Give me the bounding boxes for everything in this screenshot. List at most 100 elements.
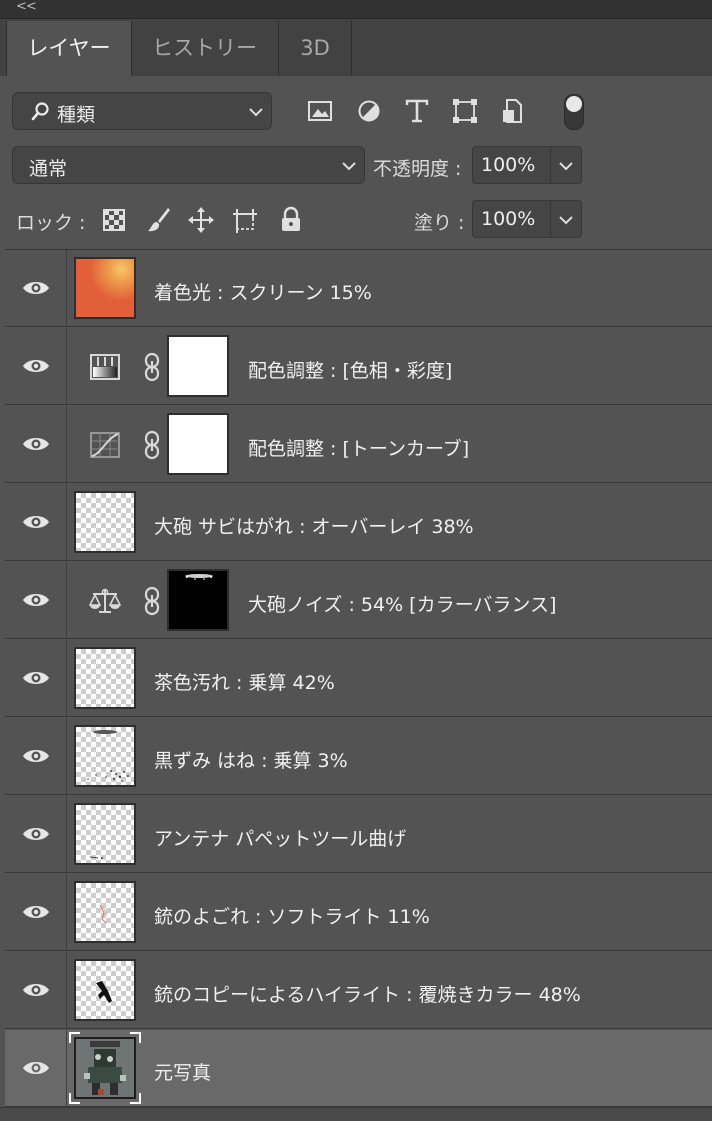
layer-row[interactable]: 大砲ノイズ : 54% [カラーバランス]: [5, 562, 712, 639]
layers-list: 着色光 : スクリーン 15% 配色調整 : [色相・彩度] 配色調整: [ト…: [5, 249, 712, 1108]
fill-label: 塗り :: [414, 212, 465, 234]
gun-graphic: [96, 981, 112, 1003]
layer-name[interactable]: 配色調整 : [色相・彩度]: [248, 356, 452, 383]
layer-mask-thumbnail[interactable]: [167, 569, 229, 631]
chevron-down-icon[interactable]: [555, 155, 577, 177]
shape-filter-icon[interactable]: [452, 98, 478, 124]
layer-mask-thumbnail[interactable]: [167, 413, 229, 475]
search-icon: [31, 102, 49, 121]
layer-name[interactable]: 着色光 : スクリーン 15%: [154, 278, 372, 305]
lock-image-pixels-brush-icon[interactable]: [146, 206, 172, 234]
layer-thumbnail[interactable]: [74, 647, 136, 709]
chevron-down-icon[interactable]: [555, 209, 577, 231]
link-chain-icon[interactable]: [143, 352, 161, 382]
visibility-cell[interactable]: [5, 562, 67, 639]
layer-name[interactable]: 茶色汚れ : 乗算 42%: [154, 668, 335, 695]
selection-corner-brackets: [69, 1032, 141, 1104]
layer-name[interactable]: 配色調整 : [トーンカーブ]: [248, 434, 469, 461]
lock-label: ロック :: [16, 212, 86, 234]
layer-row[interactable]: 元写真: [5, 1030, 712, 1107]
layer-name[interactable]: 銃のコピーによるハイライト : 覆焼きカラー 48%: [154, 980, 581, 1007]
fill-value: 100%: [481, 208, 536, 230]
mask-speckle-graphic: [185, 574, 213, 580]
layer-thumbnail[interactable]: [74, 725, 136, 787]
chevron-down-icon: [249, 108, 263, 117]
eye-icon[interactable]: [22, 668, 50, 688]
layer-row[interactable]: 大砲 サビはがれ : オーバーレイ 38%: [5, 484, 712, 561]
layer-thumbnail[interactable]: [74, 491, 136, 553]
panel-bottom-bar: [0, 1107, 712, 1121]
eye-icon[interactable]: [22, 356, 50, 376]
eye-icon[interactable]: [22, 434, 50, 454]
layer-row[interactable]: 銃のよごれ : ソフトライト 11%: [5, 874, 712, 951]
tab-history[interactable]: ヒストリー: [131, 21, 279, 76]
visibility-cell[interactable]: [5, 952, 67, 1029]
adjustment-filter-icon[interactable]: [356, 98, 382, 124]
visibility-cell[interactable]: [5, 328, 67, 405]
eye-icon[interactable]: [22, 590, 50, 610]
fill-field[interactable]: 100%: [472, 200, 582, 238]
eye-icon[interactable]: [22, 980, 50, 1000]
blend-mode-select[interactable]: 通常: [12, 146, 365, 184]
eye-icon[interactable]: [22, 824, 50, 844]
layer-filter-select[interactable]: 種類: [12, 92, 272, 130]
layer-row[interactable]: 着色光 : スクリーン 15%: [5, 250, 712, 327]
eye-icon[interactable]: [22, 512, 50, 532]
lock-transparent-pixels-icon[interactable]: [102, 206, 128, 234]
visibility-cell[interactable]: [5, 640, 67, 717]
link-chain-icon[interactable]: [143, 586, 161, 616]
layer-name[interactable]: 大砲 サビはがれ : オーバーレイ 38%: [154, 512, 474, 539]
color-balance-icon[interactable]: [89, 586, 121, 616]
layer-name[interactable]: 銃のよごれ : ソフトライト 11%: [154, 902, 430, 929]
lock-all-icon[interactable]: [278, 206, 304, 234]
visibility-cell[interactable]: [5, 484, 67, 561]
eye-icon[interactable]: [22, 902, 50, 922]
layer-row[interactable]: 配色調整 : [トーンカーブ]: [5, 406, 712, 483]
layer-mask-thumbnail[interactable]: [167, 335, 229, 397]
collapse-panel-button[interactable]: <<: [16, 0, 37, 15]
hue-saturation-icon[interactable]: [89, 352, 121, 382]
visibility-cell[interactable]: [5, 1030, 67, 1107]
panel-top-bar: <<: [0, 0, 712, 19]
field-divider: [550, 147, 551, 183]
layer-name[interactable]: 元写真: [154, 1058, 211, 1085]
visibility-cell[interactable]: [5, 874, 67, 951]
speckle-graphic: [87, 730, 129, 782]
type-filter-icon[interactable]: [404, 98, 430, 124]
layer-name[interactable]: アンテナ パペットツール曲げ: [154, 824, 406, 851]
layer-thumbnail[interactable]: [74, 803, 136, 865]
layer-row[interactable]: アンテナ パペットツール曲げ: [5, 796, 712, 873]
layer-row[interactable]: 茶色汚れ : 乗算 42%: [5, 640, 712, 717]
layer-row[interactable]: 銃のコピーによるハイライト : 覆焼きカラー 48%: [5, 952, 712, 1029]
smart-object-filter-icon[interactable]: [500, 98, 526, 124]
opacity-label: 不透明度 :: [373, 158, 462, 180]
visibility-cell[interactable]: [5, 250, 67, 327]
layer-thumbnail[interactable]: [74, 257, 136, 319]
antenna-graphic: [89, 856, 103, 859]
visibility-cell[interactable]: [5, 718, 67, 795]
lock-artboard-icon[interactable]: [232, 206, 258, 234]
tab-layers[interactable]: レイヤー: [6, 21, 132, 76]
layer-thumbnail[interactable]: [74, 881, 136, 943]
layer-name[interactable]: 黒ずみ はね : 乗算 3%: [154, 746, 348, 773]
layer-row[interactable]: 黒ずみ はね : 乗算 3%: [5, 718, 712, 795]
eye-icon[interactable]: [22, 278, 50, 298]
link-chain-icon[interactable]: [143, 430, 161, 460]
lock-position-move-icon[interactable]: [188, 206, 214, 234]
opacity-value: 100%: [481, 154, 536, 176]
layer-name[interactable]: 大砲ノイズ : 54% [カラーバランス]: [248, 590, 556, 617]
image-filter-icon[interactable]: [307, 98, 333, 124]
blend-mode-value: 通常: [29, 158, 68, 180]
eye-icon[interactable]: [22, 1058, 50, 1078]
curves-icon[interactable]: [89, 430, 121, 460]
dirt-graphic: [99, 904, 108, 924]
eye-icon[interactable]: [22, 746, 50, 766]
tab-3d[interactable]: 3D: [279, 21, 352, 76]
visibility-cell[interactable]: [5, 796, 67, 873]
opacity-field[interactable]: 100%: [472, 146, 582, 184]
filter-toggle-switch[interactable]: [564, 94, 584, 130]
layer-thumbnail[interactable]: [74, 959, 136, 1021]
layer-row[interactable]: 配色調整 : [色相・彩度]: [5, 328, 712, 405]
chevron-down-icon: [342, 162, 356, 171]
visibility-cell[interactable]: [5, 406, 67, 483]
